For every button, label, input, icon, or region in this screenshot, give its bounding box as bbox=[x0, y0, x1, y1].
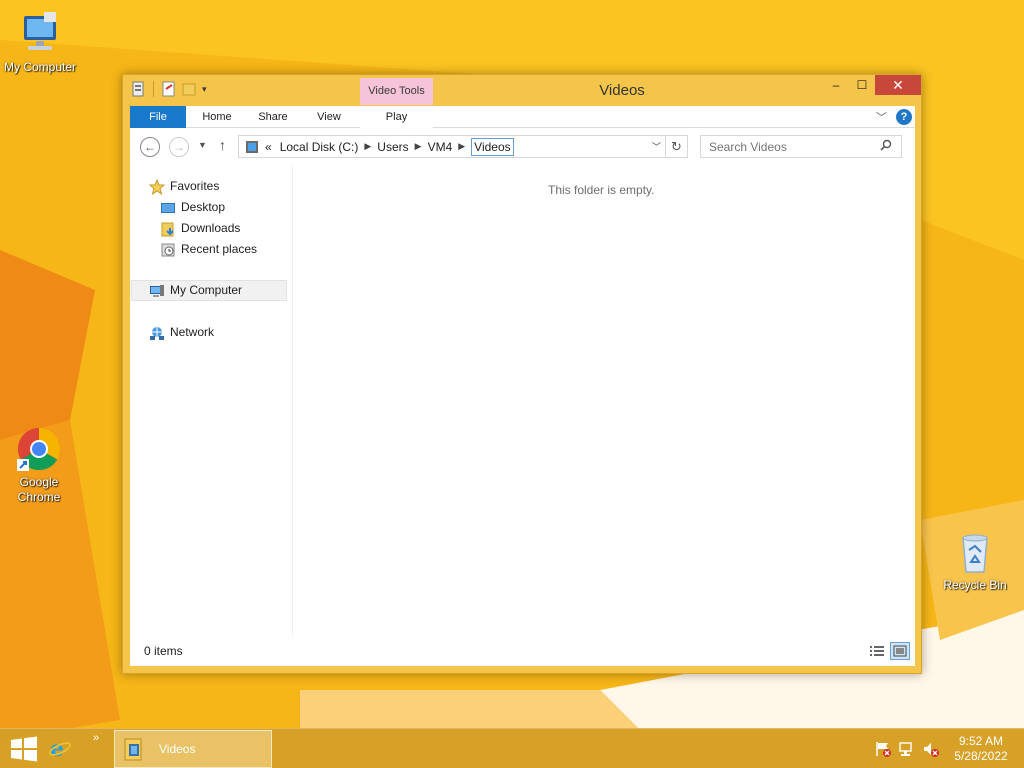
item-count: 0 items bbox=[144, 644, 183, 658]
clock-date: 5/28/2022 bbox=[954, 749, 1008, 763]
expand-ribbon-icon[interactable]: ﹀ bbox=[876, 109, 887, 125]
desktop-icon bbox=[160, 200, 176, 216]
nav-item-recent-places[interactable]: Recent places bbox=[160, 239, 257, 260]
tab-share[interactable]: Share bbox=[248, 106, 298, 128]
navigation-pane: Favorites Desktop Downloads Recent place… bbox=[130, 166, 293, 636]
nav-item-desktop[interactable]: Desktop bbox=[160, 197, 225, 218]
nav-item-label: Desktop bbox=[181, 200, 226, 214]
taskbar-item-label: Videos bbox=[159, 742, 196, 756]
ribbon-tabs: File Home Share View Play ﹀ ? bbox=[130, 106, 915, 128]
windows-start-icon[interactable] bbox=[10, 736, 38, 762]
computer-icon bbox=[149, 283, 165, 299]
desktop-icon-recycle-bin[interactable]: Recycle Bin bbox=[935, 528, 1015, 593]
file-explorer-icon bbox=[123, 736, 145, 762]
empty-folder-message: This folder is empty. bbox=[548, 183, 655, 197]
tab-view[interactable]: View bbox=[305, 106, 353, 128]
nav-item-label: Network bbox=[170, 325, 215, 339]
title-bar[interactable]: ▾ Video Tools Videos – ☐ ✕ bbox=[123, 75, 921, 105]
network-icon bbox=[149, 325, 165, 341]
nav-item-network[interactable]: Network bbox=[149, 322, 214, 343]
network-status-icon[interactable] bbox=[898, 740, 916, 758]
breadcrumb-vm4[interactable]: VM4 bbox=[428, 140, 453, 154]
up-button[interactable]: ↑ bbox=[219, 137, 226, 153]
nav-item-favorites[interactable]: Favorites bbox=[148, 176, 220, 197]
recycle-bin-icon bbox=[951, 528, 999, 576]
tab-home[interactable]: Home bbox=[192, 106, 242, 128]
computer-icon bbox=[16, 10, 64, 58]
desktop-icon-label: My Computer bbox=[3, 60, 77, 74]
breadcrumb-separator-icon[interactable]: ▶ bbox=[415, 141, 422, 152]
nav-item-my-computer[interactable]: My Computer bbox=[131, 280, 287, 301]
navigation-bar: ← → ▼ ↑ « Local Disk (C:) ▶ Users ▶ VM4 … bbox=[130, 128, 915, 166]
back-button[interactable]: ← bbox=[140, 137, 160, 157]
video-library-icon bbox=[245, 140, 259, 154]
minimize-button[interactable]: – bbox=[823, 75, 849, 95]
status-bar: 0 items bbox=[130, 636, 915, 666]
close-button[interactable]: ✕ bbox=[875, 75, 921, 95]
taskbar-overflow[interactable]: » bbox=[93, 732, 99, 744]
address-dropdown-icon[interactable]: ﹀ bbox=[652, 140, 661, 153]
desktop-icon-label: Recycle Bin bbox=[943, 578, 1007, 592]
address-bar[interactable]: « Local Disk (C:) ▶ Users ▶ VM4 ▶ Videos… bbox=[238, 135, 688, 158]
desktop-icon-label: Google Chrome bbox=[17, 475, 61, 504]
recent-places-icon bbox=[160, 242, 176, 258]
details-view-icon[interactable] bbox=[867, 642, 887, 660]
chrome-icon bbox=[15, 425, 63, 473]
maximize-button[interactable]: ☐ bbox=[849, 75, 875, 95]
breadcrumb-separator-icon[interactable]: ▶ bbox=[458, 141, 465, 152]
taskbar-item-videos[interactable]: Videos bbox=[114, 730, 272, 768]
forward-button[interactable]: → bbox=[169, 137, 189, 157]
search-icon bbox=[880, 139, 892, 151]
desktop-icon-my-computer[interactable]: My Computer bbox=[0, 10, 80, 75]
breadcrumb-local-disk[interactable]: Local Disk (C:) bbox=[280, 140, 359, 154]
downloads-icon bbox=[160, 221, 176, 237]
system-clock[interactable]: 9:52 AM 5/28/2022 bbox=[944, 734, 1018, 764]
help-icon[interactable]: ? bbox=[896, 109, 912, 125]
explorer-window[interactable]: ▾ Video Tools Videos – ☐ ✕ File Home Sha… bbox=[122, 74, 922, 674]
desktop-icon-google-chrome[interactable]: Google Chrome bbox=[0, 425, 79, 505]
nav-item-label: My Computer bbox=[170, 283, 243, 297]
nav-item-label: Recent places bbox=[181, 242, 258, 256]
breadcrumb-users[interactable]: Users bbox=[377, 140, 408, 154]
tab-play[interactable]: Play bbox=[360, 106, 433, 128]
breadcrumb-videos[interactable]: Videos bbox=[471, 137, 514, 156]
action-center-flag-icon[interactable] bbox=[874, 740, 892, 758]
taskbar: e » Videos 9:52 AM 5/28/2022 bbox=[0, 728, 1024, 768]
content-area: Favorites Desktop Downloads Recent place… bbox=[130, 166, 915, 666]
clock-time: 9:52 AM bbox=[958, 734, 1004, 748]
recent-locations-icon[interactable]: ▼ bbox=[198, 140, 207, 150]
large-icons-view-icon[interactable] bbox=[890, 642, 910, 660]
nav-item-downloads[interactable]: Downloads bbox=[160, 218, 240, 239]
volume-muted-icon[interactable] bbox=[922, 740, 940, 758]
nav-item-label: Downloads bbox=[181, 221, 241, 235]
breadcrumb-separator-icon[interactable]: ▶ bbox=[364, 141, 371, 152]
window-title: Videos bbox=[599, 82, 645, 99]
tab-file[interactable]: File bbox=[130, 106, 186, 128]
search-input[interactable] bbox=[700, 135, 902, 158]
nav-item-label: Favorites bbox=[170, 179, 220, 193]
internet-explorer-icon[interactable]: e bbox=[48, 735, 72, 762]
address-overflow[interactable]: « bbox=[265, 140, 272, 154]
refresh-icon[interactable]: ↻ bbox=[665, 136, 687, 157]
star-icon bbox=[148, 178, 166, 195]
